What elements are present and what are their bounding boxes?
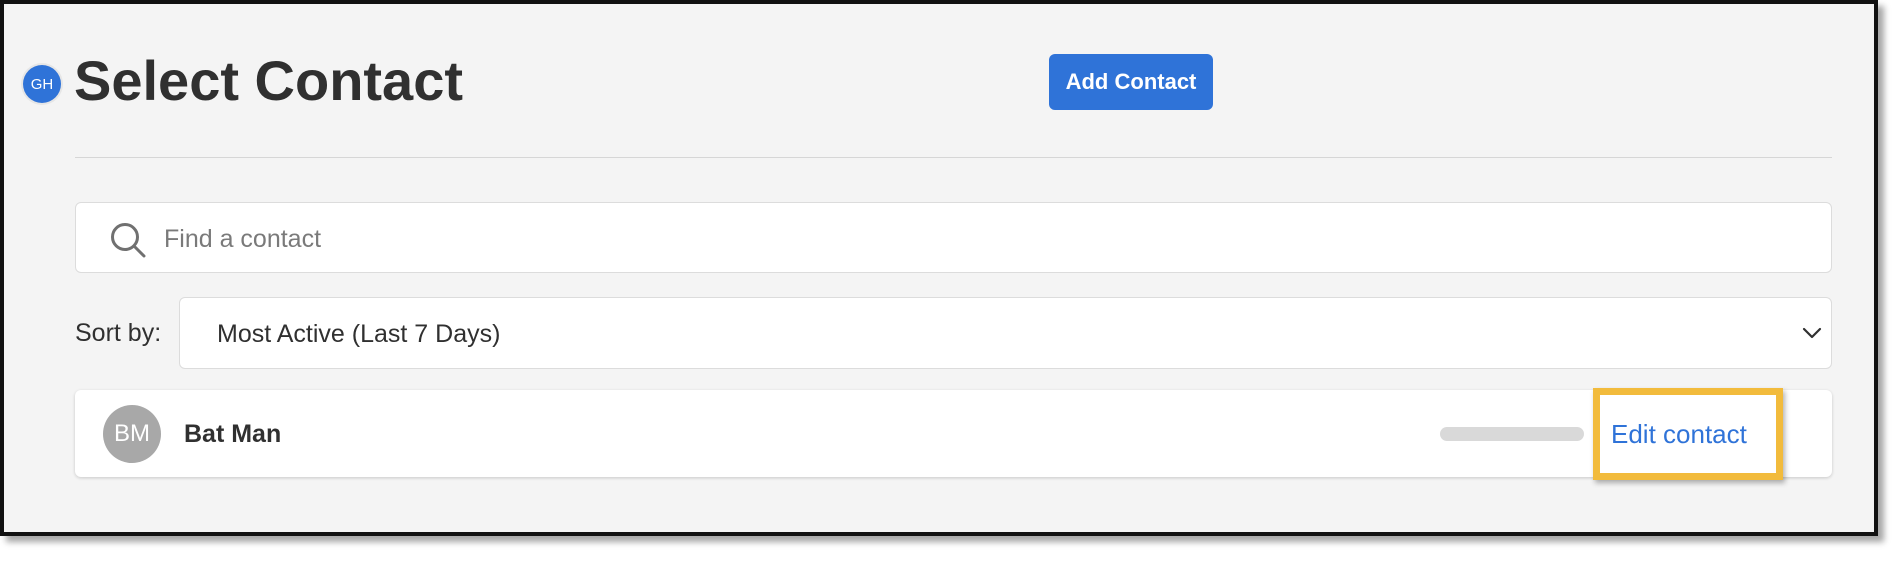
search-box[interactable] bbox=[75, 202, 1832, 273]
app-window: GH Select Contact Add Contact Sort by: M… bbox=[0, 0, 1878, 536]
edit-contact-link[interactable]: Edit contact bbox=[1611, 417, 1747, 451]
sort-selected-value: Most Active (Last 7 Days) bbox=[217, 320, 501, 348]
header-divider bbox=[75, 157, 1832, 158]
add-contact-button[interactable]: Add Contact bbox=[1049, 54, 1213, 110]
contact-name: Bat Man bbox=[184, 420, 282, 448]
user-avatar-badge[interactable]: GH bbox=[23, 65, 61, 103]
sort-label: Sort by: bbox=[75, 319, 162, 347]
chevron-down-icon bbox=[1802, 327, 1822, 339]
contact-row[interactable]: BM Bat Man Edit contact bbox=[75, 388, 1832, 480]
search-icon bbox=[111, 223, 146, 258]
loading-placeholder-bar bbox=[1440, 427, 1584, 441]
page-title: Select Contact bbox=[74, 49, 463, 112]
sort-select[interactable]: Most Active (Last 7 Days) bbox=[179, 297, 1832, 369]
contact-avatar: BM bbox=[103, 405, 161, 463]
search-input[interactable] bbox=[162, 213, 1806, 265]
